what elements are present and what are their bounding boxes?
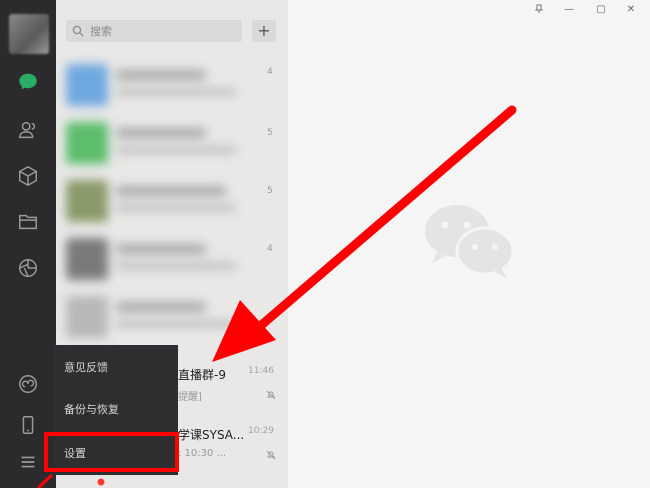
chat-main-area: — ▢ ✕ <box>288 0 650 488</box>
user-avatar[interactable] <box>9 14 49 54</box>
menu-icon[interactable] <box>16 450 40 474</box>
list-item-time: 10:29 <box>248 426 274 436</box>
list-item[interactable] <box>62 290 268 346</box>
list-item-preview: 提醒] <box>178 392 202 403</box>
wechat-logo-icon <box>425 205 515 278</box>
close-button[interactable]: ✕ <box>624 3 638 15</box>
list-item-time: 11:46 <box>248 366 274 376</box>
moments-icon[interactable] <box>16 256 40 280</box>
list-item[interactable] <box>62 174 268 230</box>
add-chat-button[interactable]: + <box>252 20 276 42</box>
list-item[interactable] <box>62 232 268 288</box>
pin-icon[interactable] <box>532 3 546 15</box>
list-item-name: 直播群-9 <box>178 368 226 382</box>
phone-icon[interactable] <box>16 413 40 437</box>
search-placeholder: 搜索 <box>90 25 112 38</box>
list-item-time: 4 <box>267 244 273 254</box>
list-item-time: 5 <box>267 186 273 196</box>
list-item[interactable] <box>62 58 268 114</box>
list-item[interactable] <box>62 116 268 172</box>
list-item-time: 4 <box>267 67 273 77</box>
contacts-icon[interactable] <box>16 118 40 142</box>
search-input[interactable]: 搜索 <box>66 20 242 42</box>
menu-item-backup-restore[interactable]: 备份与恢复 <box>54 391 178 427</box>
favorites-icon[interactable] <box>16 164 40 188</box>
minimize-button[interactable]: — <box>562 3 576 15</box>
miniprogram-icon[interactable] <box>16 372 40 396</box>
maximize-button[interactable]: ▢ <box>594 3 608 15</box>
mute-icon <box>266 390 276 400</box>
menu-item-feedback[interactable]: 意见反馈 <box>54 349 178 385</box>
list-item-time: 5 <box>267 128 273 138</box>
sidebar-rail <box>0 0 56 488</box>
mute-icon <box>266 450 276 460</box>
files-icon[interactable] <box>16 210 40 234</box>
highlight-box <box>44 432 179 472</box>
list-item-preview: : 10:30 ... <box>178 448 227 459</box>
wechat-window: 搜索 + 4 5 5 4 直播群-9 提醒] 11:46 学课SYSA... :… <box>0 0 650 488</box>
search-icon <box>72 25 84 37</box>
chat-icon[interactable] <box>16 70 40 94</box>
list-item-name: 学课SYSA... <box>178 428 245 442</box>
